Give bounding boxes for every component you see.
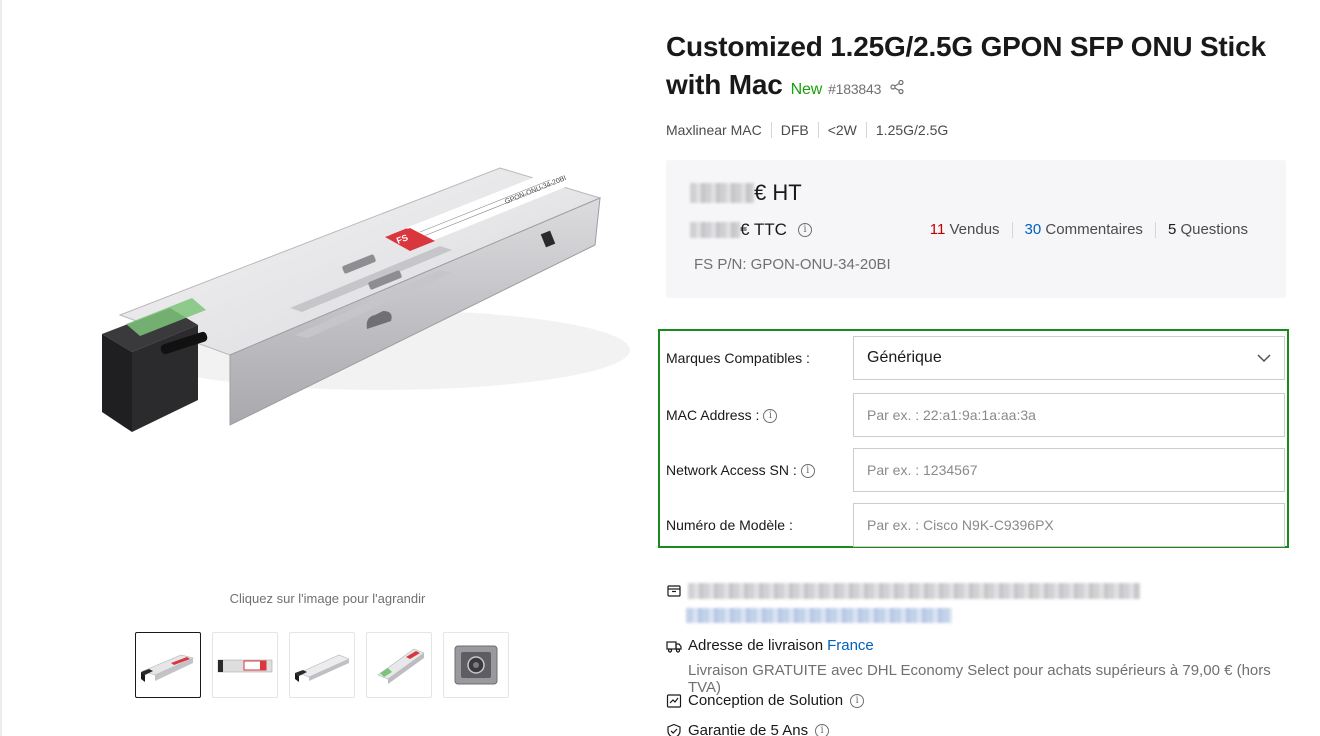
warranty-label: Garantie de 5 Ans [688,722,809,736]
option-mac-label: MAC Address :i [666,393,778,437]
thumbnail-strip [135,632,509,698]
product-sku: #183843 [828,81,882,97]
option-sn-label-text: Network Access SN : [666,462,797,478]
stat-reviews-label: Commentaires [1045,221,1143,238]
network-sn-input[interactable] [853,448,1285,492]
brand-select[interactable]: Générique [853,336,1285,380]
page-edge [0,0,2,736]
label-brand-text: GPON [559,154,590,175]
solution-label: Conception de Solution [688,692,844,709]
model-number-input[interactable] [853,503,1285,547]
price-ttc-suffix: € TTC [740,220,787,239]
stat-questions-count: 5 [1167,221,1177,238]
price-ht-suffix: € HT [754,180,802,205]
shield-check-icon [667,723,681,736]
main-product-image[interactable]: GPON-ONU-34-20BI GPON FS [80,120,640,480]
stock-row [666,583,1140,599]
delivery-label: Adresse de livraison [688,637,824,654]
thumbnail-4-image [377,648,425,684]
stock-link-redacted[interactable] [686,608,952,623]
price-ht-value-redacted [690,183,754,203]
stat-sold-count: 11 [929,221,946,238]
stat-reviews[interactable]: 30 Commentaires [1011,221,1155,238]
thumbnail-2-image [217,659,273,673]
package-icon [667,585,681,597]
truck-icon [666,640,682,653]
spec-tag: DFB [770,122,818,138]
stat-questions-label: Questions [1180,221,1248,238]
price-ttc: € TTC i [690,220,812,240]
stat-sold[interactable]: 11 Vendus [918,222,1012,238]
brand-select-value: Générique [867,349,942,366]
thumbnail-1[interactable] [135,632,201,698]
spec-tag: Maxlinear MAC [666,122,762,138]
product-gallery: GPON-ONU-34-20BI GPON FS Cliquez sur l'i… [20,0,635,736]
option-mac-row: MAC Address :i [666,393,1286,437]
chart-icon [666,693,682,708]
chevron-down-icon [1257,354,1271,362]
spec-tags: Maxlinear MAC DFB <2W 1.25G/2.5G [666,122,957,138]
stock-link-row [686,608,952,623]
thumbnail-2[interactable] [212,632,278,698]
solution-row[interactable]: Conception de Solution i [666,692,865,709]
product-title: Customized 1.25G/2.5G GPON SFP ONU Stick… [666,31,1266,100]
product-title-block: Customized 1.25G/2.5G GPON SFP ONU Stick… [666,28,1286,109]
price-ht: € HT [690,180,802,206]
part-number: FS P/N: GPON-ONU-34-20BI [694,256,891,273]
product-stats: 11 Vendus 30 Commentaires 5 Questions [918,222,1248,238]
option-sn-label: Network Access SN :i [666,448,815,492]
thumbnail-3-image [295,654,350,682]
warranty-row[interactable]: Garantie de 5 Ans i [666,722,830,736]
spec-tag: <2W [817,122,866,138]
stock-text-redacted [688,583,1140,599]
warranty-info-icon[interactable]: i [815,723,830,736]
stat-sold-label: Vendus [949,221,1000,238]
sn-info-icon[interactable]: i [800,464,815,479]
thumbnail-3[interactable] [289,632,355,698]
option-brand-row: Marques Compatibles : Générique [666,336,1286,380]
option-mac-label-text: MAC Address : [666,407,760,423]
product-info: Customized 1.25G/2.5G GPON SFP ONU Stick… [658,0,1306,736]
stat-questions[interactable]: 5 Questions [1154,221,1248,238]
delivery-row: Adresse de livraison France [666,637,874,654]
option-model-label: Numéro de Modèle : [666,517,793,533]
product-options-form: Marques Compatibles : Générique MAC Addr… [658,329,1289,548]
solution-info-icon[interactable]: i [850,693,865,708]
mac-address-input[interactable] [853,393,1285,437]
spec-tag: 1.25G/2.5G [865,122,957,138]
delivery-country-link[interactable]: France [827,637,874,654]
new-badge: New [790,81,823,98]
option-brand-label: Marques Compatibles : [666,350,810,366]
shipping-note: Livraison GRATUITE avec DHL Economy Sele… [688,662,1271,696]
mac-info-icon[interactable]: i [763,409,778,424]
zoom-hint: Cliquez sur l'image pour l'agrandir [229,591,426,606]
thumbnail-4[interactable] [366,632,432,698]
price-info-icon[interactable]: i [797,223,812,237]
price-ttc-value-redacted [690,222,740,238]
thumbnail-5-image [454,645,498,685]
price-box: € HT € TTC i 11 Vendus 30 Commentaires 5… [666,160,1286,298]
thumbnail-1-image [141,654,194,682]
share-icon[interactable] [889,79,905,95]
option-model-row: Numéro de Modèle : [666,503,1286,547]
stat-reviews-count: 30 [1024,221,1042,238]
option-sn-row: Network Access SN :i [666,448,1286,492]
thumbnail-5[interactable] [443,632,509,698]
